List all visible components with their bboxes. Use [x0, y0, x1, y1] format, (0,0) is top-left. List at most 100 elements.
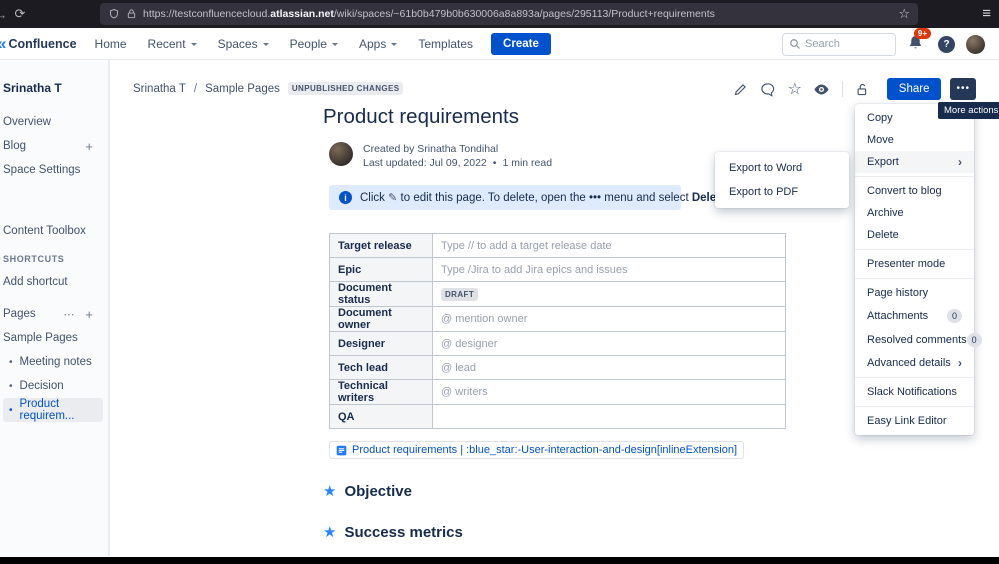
row-value[interactable]: Type /Jira to add Jira epics and issues: [433, 258, 786, 282]
menu-item-export-to-pdf[interactable]: Export to PDF: [715, 180, 849, 204]
sidebar-item-blog[interactable]: Blog +: [3, 134, 103, 158]
breadcrumb-parent-link[interactable]: Sample Pages: [205, 83, 280, 95]
nav-item-templates[interactable]: Templates: [418, 37, 473, 51]
confluence-logo-icon: «: [0, 35, 6, 52]
comment-icon[interactable]: [759, 80, 777, 98]
shield-icon: [108, 8, 120, 20]
nav-item-people[interactable]: People: [290, 37, 338, 51]
notifications-button[interactable]: 9+: [907, 34, 927, 54]
search-input[interactable]: [805, 38, 885, 50]
row-value[interactable]: @ designer: [433, 332, 786, 356]
menu-item-page-history[interactable]: Page history: [855, 282, 974, 304]
table-row: Document status DRAFT: [330, 282, 786, 307]
heading-objective: ★ Objective: [323, 483, 412, 500]
nav-item-recent[interactable]: Recent: [148, 37, 197, 51]
row-label[interactable]: Document owner: [330, 307, 433, 332]
breadcrumb: Srinatha T / Sample Pages UNPUBLISHED CH…: [133, 82, 403, 95]
browser-chrome: → ⟳ https://testconfluencecloud.atlassia…: [0, 0, 999, 28]
menu-item-presenter-mode[interactable]: Presenter mode: [855, 253, 974, 275]
sidebar-item-pages[interactable]: Pages ⋯ +: [3, 302, 103, 326]
sidebar-item-product-requirements[interactable]: • Product requirem...: [3, 398, 103, 422]
menu-item-delete[interactable]: Delete: [855, 224, 974, 246]
menu-item-convert-to-blog[interactable]: Convert to blog: [855, 180, 974, 202]
user-avatar[interactable]: [966, 35, 985, 54]
shortcuts-heading: SHORTCUTS: [3, 248, 103, 270]
menu-item-move[interactable]: Move: [855, 129, 974, 151]
row-label[interactable]: Target release: [330, 234, 433, 258]
row-value[interactable]: Type // to add a target release date: [433, 234, 786, 258]
row-label[interactable]: Tech lead: [330, 356, 433, 380]
breadcrumb-separator: /: [194, 83, 197, 95]
menu-item-easy-link-editor[interactable]: Easy Link Editor: [855, 410, 974, 432]
row-label[interactable]: Document status: [330, 282, 433, 307]
sidebar-item-meeting-notes[interactable]: • Meeting notes: [3, 350, 103, 374]
menu-item-archive[interactable]: Archive: [855, 202, 974, 224]
sidebar-item-sample-pages[interactable]: Sample Pages: [3, 326, 103, 350]
sidebar-item-add-shortcut[interactable]: Add shortcut: [3, 270, 103, 294]
row-value[interactable]: @ mention owner: [433, 307, 786, 332]
nav-item-spaces[interactable]: Spaces: [218, 37, 269, 51]
sidebar-item-decision[interactable]: • Decision: [3, 374, 103, 398]
row-value[interactable]: @ lead: [433, 356, 786, 380]
blue-star-icon: ★: [323, 525, 336, 540]
plus-icon[interactable]: +: [85, 139, 93, 154]
byline-created[interactable]: Created by Srinatha Tondihal: [363, 142, 552, 156]
unrestricted-lock-icon[interactable]: [854, 80, 872, 98]
inline-extension-link[interactable]: Product requirements | :blue_star:-User-…: [329, 441, 744, 459]
info-icon: i: [339, 191, 352, 204]
browser-reload-icon[interactable]: ⟳: [8, 6, 32, 22]
edit-pencil-icon[interactable]: [732, 80, 750, 98]
row-value[interactable]: [433, 405, 786, 429]
search-box[interactable]: [782, 33, 896, 56]
favorite-star-icon[interactable]: ☆: [786, 80, 804, 98]
space-name[interactable]: Srinatha T: [3, 76, 103, 100]
row-label[interactable]: QA: [330, 405, 433, 429]
row-value[interactable]: @ writers: [433, 380, 786, 405]
browser-menu-icon[interactable]: ≡: [982, 5, 991, 22]
info-banner: i Click ✎ to edit this page. To delete, …: [329, 185, 681, 210]
question-icon: ?: [943, 39, 949, 50]
plus-icon[interactable]: +: [85, 307, 93, 322]
sidebar-item-overview[interactable]: Overview: [3, 110, 103, 134]
toolbar-divider: [842, 81, 843, 97]
row-label[interactable]: Designer: [330, 332, 433, 356]
confluence-logo[interactable]: « Confluence: [0, 35, 77, 52]
screen: → ⟳ https://testconfluencecloud.atlassia…: [0, 0, 999, 564]
row-value[interactable]: DRAFT: [433, 282, 786, 307]
bookmark-star-icon[interactable]: ☆: [898, 6, 910, 22]
menu-item-advanced-details[interactable]: Advanced details ›: [855, 352, 974, 374]
url-bar[interactable]: https://testconfluencecloud.atlassian.ne…: [100, 3, 918, 25]
menu-item-export[interactable]: Export ›: [855, 151, 974, 173]
more-actions-tooltip: More actions: [938, 102, 999, 119]
sidebar-item-space-settings[interactable]: Space Settings: [3, 158, 103, 182]
menu-item-export-to-word[interactable]: Export to Word: [715, 156, 849, 180]
author-avatar[interactable]: [329, 142, 353, 166]
byline-dot: •: [493, 156, 497, 170]
help-button[interactable]: ?: [938, 36, 955, 53]
byline-updated[interactable]: Last updated: Jul 09, 2022: [363, 156, 487, 170]
app-navbar: « Confluence Home Recent Spaces People A…: [0, 28, 999, 60]
browser-forward-icon[interactable]: →: [0, 7, 8, 22]
more-actions-menu: Copy Move Export › Convert to blog Archi…: [855, 104, 974, 435]
sidebar-item-content-toolbox[interactable]: Content Toolbox: [3, 219, 103, 243]
menu-item-resolved-comments[interactable]: Resolved comments 0: [855, 328, 974, 352]
row-label[interactable]: Epic: [330, 258, 433, 282]
breadcrumb-space-link[interactable]: Srinatha T: [133, 83, 186, 95]
nav-item-home[interactable]: Home: [95, 37, 127, 51]
status-badge: DRAFT: [441, 288, 478, 301]
search-icon: [789, 38, 801, 50]
share-button[interactable]: Share: [887, 78, 942, 100]
menu-item-slack-notifications[interactable]: Slack Notifications: [855, 381, 974, 403]
nav-item-apps[interactable]: Apps: [359, 37, 397, 51]
table-row: Tech lead @ lead: [330, 356, 786, 380]
ellipsis-icon[interactable]: ⋯: [63, 308, 75, 321]
heading-success-metrics: ★ Success metrics: [323, 524, 463, 541]
row-label[interactable]: Technical writers: [330, 380, 433, 405]
space-sidebar: Srinatha T Overview Blog + Space Setting…: [0, 60, 110, 556]
menu-item-attachments[interactable]: Attachments 0: [855, 304, 974, 328]
notification-badge: 9+: [914, 28, 931, 39]
more-actions-button[interactable]: •••: [950, 78, 976, 100]
create-button[interactable]: Create: [491, 33, 551, 55]
watch-eye-icon[interactable]: [813, 80, 831, 98]
document-icon: [336, 445, 347, 456]
